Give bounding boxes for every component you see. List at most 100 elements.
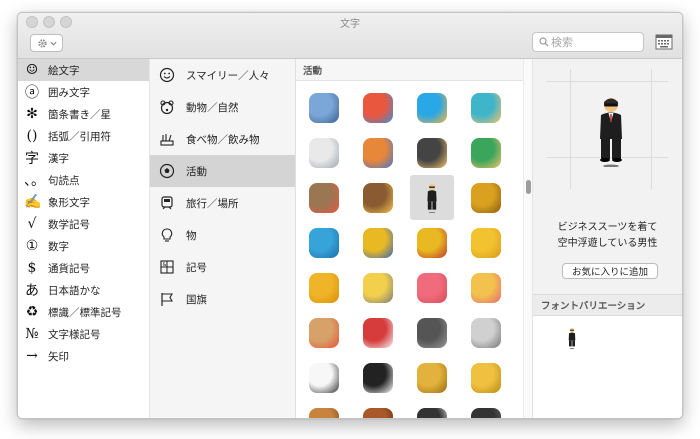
emoji-cell[interactable] [464, 265, 508, 310]
emoji-cell[interactable] [356, 400, 400, 418]
emoji-cell[interactable] [302, 400, 346, 418]
emoji-cell[interactable] [410, 400, 454, 418]
preview-guide-line [547, 81, 668, 82]
category-glyph-icon: 字 [25, 151, 39, 167]
category-item[interactable]: ✍ 象形文字 [18, 191, 149, 213]
category-glyph-icon: 、。 [24, 173, 45, 189]
artist-palette-emoji [309, 317, 339, 348]
subcategory-item[interactable]: 国旗 [150, 283, 295, 315]
emoji-cell[interactable] [464, 310, 508, 355]
emoji-cell[interactable] [356, 130, 400, 175]
category-glyph-icon: № [25, 326, 39, 342]
emoji-cell[interactable] [302, 175, 346, 220]
performing-arts-emoji [471, 272, 501, 303]
subcategory-item[interactable]: 物 [150, 219, 295, 251]
category-item[interactable]: ✻ 箇条書き／星 [18, 103, 149, 125]
category-item[interactable]: ♻ 標識／標準記号 [18, 301, 149, 323]
category-item[interactable]: № 文字様記号 [18, 323, 149, 345]
emoji-cell[interactable] [302, 130, 346, 175]
category-glyph-icon: ⓐ [25, 85, 39, 101]
horse-racing-emoji [363, 182, 393, 213]
character-preview [533, 59, 682, 237]
category-item[interactable]: () 括弧／引用符 [18, 125, 149, 147]
emoji-cell[interactable] [356, 175, 400, 220]
subcategory-item[interactable]: 食べ物／飲み物 [150, 123, 295, 155]
trophy-emoji [471, 182, 501, 213]
scrollbar-thumb[interactable] [526, 180, 531, 194]
admission-tickets-emoji [363, 272, 393, 303]
emoji-cell[interactable] [464, 130, 508, 175]
category-item[interactable]: ☺ 絵文字 [18, 59, 149, 81]
train-icon [158, 194, 176, 212]
category-item[interactable]: 、。 句読点 [18, 169, 149, 191]
action-menu-button[interactable] [30, 34, 63, 52]
add-to-favorites-button[interactable]: お気に入りに追加 [562, 263, 658, 279]
category-glyph-icon: ♻ [25, 304, 39, 320]
emoji-cell[interactable] [410, 265, 454, 310]
weight-lifter-emoji [417, 137, 447, 168]
category-item[interactable]: → 矢印 [18, 345, 149, 367]
emoji-cell[interactable] [302, 355, 346, 400]
levitating-man-variation-icon[interactable] [566, 326, 578, 350]
svg-text:&: & [163, 262, 167, 268]
emoji-cell[interactable] [464, 400, 508, 418]
emoji-cell[interactable] [410, 220, 454, 265]
bear-icon [158, 98, 176, 116]
emoji-cell[interactable] [356, 220, 400, 265]
subcategory-item[interactable]: 動物／自然 [150, 91, 295, 123]
emoji-cell[interactable] [356, 310, 400, 355]
emoji-cell[interactable] [464, 85, 508, 130]
emoji-cell[interactable] [356, 265, 400, 310]
emoji-cell[interactable] [464, 220, 508, 265]
emoji-cell[interactable] [410, 355, 454, 400]
emoji-cell[interactable] [356, 85, 400, 130]
subcategory-item[interactable]: スマイリー／人々 [150, 59, 295, 91]
category-item[interactable]: ① 数字 [18, 235, 149, 257]
category-label: 漢字 [48, 152, 69, 165]
emoji-cell[interactable] [302, 220, 346, 265]
emoji-cell[interactable] [410, 130, 454, 175]
emoji-cell[interactable] [464, 355, 508, 400]
grid-scrollbar[interactable] [523, 59, 533, 418]
window-title: 文字 [340, 19, 360, 30]
category-item[interactable]: 字漢字 [18, 147, 149, 169]
emoji-cell[interactable] [464, 175, 508, 220]
search-field[interactable]: 検索 [532, 32, 644, 52]
emoji-cell[interactable] [410, 310, 454, 355]
video-game-emoji [471, 407, 501, 418]
emoji-cell[interactable] [302, 85, 346, 130]
subcategory-item[interactable]: & 記号 [150, 251, 295, 283]
keyboard-viewer-button[interactable] [655, 34, 673, 50]
levitating-man-emoji [417, 183, 447, 213]
musical-keyboard-emoji [363, 362, 393, 393]
guitar-emoji [309, 407, 339, 418]
subcategory-item[interactable]: 旅行／場所 [150, 187, 295, 219]
emoji-cell[interactable] [356, 355, 400, 400]
category-label: 括弧／引用符 [48, 130, 111, 143]
subcategory-label: 物 [186, 229, 197, 242]
grid-section-header: 活動 [296, 59, 523, 81]
category-glyph-icon: ① [25, 238, 39, 254]
preview-guide-line [651, 69, 652, 189]
category-label: 数字 [48, 240, 69, 253]
emoji-cell[interactable] [410, 175, 454, 220]
category-item[interactable]: ⓐ 囲み文字 [18, 81, 149, 103]
preview-guide-line [570, 69, 571, 189]
font-variations-header: フォントバリエーション [533, 294, 682, 316]
subcategory-label: 記号 [186, 261, 207, 274]
category-item[interactable]: $ 通貨記号 [18, 257, 149, 279]
emoji-cell[interactable] [302, 265, 346, 310]
emoji-cell[interactable] [302, 310, 346, 355]
category-label: 箇条書き／星 [48, 108, 111, 121]
mountain-bicyclist-emoji [309, 182, 339, 213]
search-icon [539, 37, 549, 47]
subcategory-item[interactable]: 活動 [150, 155, 295, 187]
rowboat-emoji [363, 92, 393, 123]
emoji-cell[interactable] [410, 85, 454, 130]
category-glyph-icon: () [26, 128, 38, 144]
category-item[interactable]: あ日本語かな [18, 279, 149, 301]
category-item[interactable]: √ 数学記号 [18, 213, 149, 235]
subcategory-label: 旅行／場所 [186, 197, 239, 210]
military-medal-emoji [417, 227, 447, 258]
category-label: 数学記号 [48, 218, 90, 231]
